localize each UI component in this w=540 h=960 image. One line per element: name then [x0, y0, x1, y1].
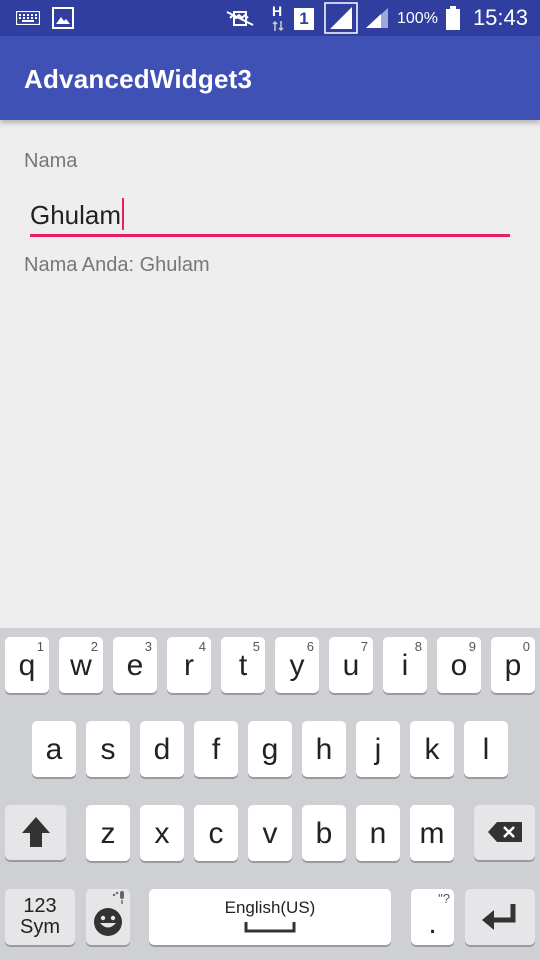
key-p[interactable]: 0p: [491, 637, 535, 693]
key-label-k: k: [424, 733, 440, 766]
key-n[interactable]: n: [356, 805, 400, 861]
key-label-y: y: [289, 649, 305, 682]
name-label: Nama: [24, 150, 78, 172]
status-bar: H 1 100% 15:43: [0, 0, 540, 36]
soft-keyboard: 1q2w3e4r5t6y7u8i9o0p a s d f g h j k l z x c v b nm 1…: [0, 628, 540, 960]
period-key[interactable]: "? .: [411, 889, 454, 945]
app-title: AdvancedWidget3: [24, 64, 253, 94]
key-j[interactable]: j: [356, 721, 400, 777]
shift-icon: [20, 815, 52, 854]
key-z[interactable]: z: [86, 805, 130, 861]
period-key-label: .: [428, 907, 437, 940]
backspace-icon: [487, 821, 523, 848]
key-k[interactable]: k: [410, 721, 454, 777]
key-g[interactable]: g: [248, 721, 292, 777]
backspace-key[interactable]: [474, 805, 535, 860]
key-e[interactable]: 3e: [113, 637, 157, 693]
key-label-x: x: [154, 817, 170, 850]
key-label-h: h: [315, 733, 333, 766]
name-input[interactable]: Ghulam: [30, 190, 510, 238]
key-y[interactable]: 6y: [275, 637, 319, 693]
vibrate-mute-icon: [224, 8, 256, 33]
key-label-d: d: [153, 733, 171, 766]
key-r[interactable]: 4r: [167, 637, 211, 693]
symbols-key-line2: Sym: [20, 916, 60, 938]
emoji-key[interactable]: [86, 889, 130, 945]
key-c[interactable]: c: [194, 805, 238, 861]
key-label-s: s: [100, 733, 116, 766]
app-bar: AdvancedWidget3: [0, 36, 540, 120]
data-arrows-icon: [272, 19, 284, 37]
key-q[interactable]: 1q: [5, 637, 49, 693]
key-i[interactable]: 8i: [383, 637, 427, 693]
key-label-n: n: [369, 817, 387, 850]
space-bar-icon: [244, 920, 296, 938]
symbols-key-line1: 123: [23, 895, 57, 917]
clock: 15:43: [472, 5, 528, 30]
key-label-j: j: [374, 733, 382, 766]
enter-icon: [481, 902, 519, 937]
text-cursor: [122, 198, 125, 230]
key-f[interactable]: f: [194, 721, 238, 777]
enter-key[interactable]: [465, 889, 535, 945]
key-label-g: g: [261, 733, 279, 766]
name-result-text: Nama Anda: Ghulam: [24, 254, 210, 276]
name-input-value[interactable]: Ghulam: [30, 200, 121, 230]
key-a[interactable]: a: [32, 721, 76, 777]
image-notification-icon: [52, 7, 74, 34]
key-t[interactable]: 5t: [221, 637, 265, 693]
emoji-icon: [93, 907, 123, 942]
key-label-v: v: [262, 817, 278, 850]
key-label-z: z: [100, 817, 116, 850]
key-label-q: q: [18, 649, 36, 682]
key-o[interactable]: 9o: [437, 637, 481, 693]
key-label-p: p: [504, 649, 522, 682]
space-key[interactable]: English(US): [149, 889, 391, 945]
network-type-label: H: [272, 3, 283, 19]
key-m[interactable]: m: [410, 805, 454, 861]
key-u[interactable]: 7u: [329, 637, 373, 693]
symbols-key[interactable]: 123 Sym: [5, 889, 75, 945]
battery-icon: [446, 6, 460, 35]
key-w[interactable]: 2w: [59, 637, 103, 693]
key-d[interactable]: d: [140, 721, 184, 777]
key-label-u: u: [342, 649, 360, 682]
key-label-e: e: [126, 649, 144, 682]
key-label-i: i: [401, 649, 409, 682]
signal-sim2-icon: [364, 6, 390, 35]
key-label-w: w: [70, 649, 92, 682]
shift-key[interactable]: [5, 805, 66, 860]
space-key-language: English(US): [224, 898, 316, 917]
key-label-r: r: [184, 649, 194, 682]
period-key-hint: "?: [438, 891, 450, 906]
input-underline: [30, 234, 510, 237]
key-l[interactable]: l: [464, 721, 508, 777]
name-input-text[interactable]: Ghulam: [30, 198, 125, 231]
key-s[interactable]: s: [86, 721, 130, 777]
key-label-f: f: [211, 733, 221, 766]
key-label-m: m: [419, 817, 445, 850]
key-label-o: o: [450, 649, 468, 682]
key-x[interactable]: x: [140, 805, 184, 861]
keyboard-notification-icon: [15, 10, 41, 30]
sim-indicator: 1: [294, 8, 314, 30]
key-label-a: a: [45, 733, 63, 766]
battery-percent: 100%: [397, 10, 438, 27]
key-label-l: l: [482, 733, 490, 766]
key-label-t: t: [238, 649, 248, 682]
key-label-b: b: [315, 817, 333, 850]
key-v[interactable]: v: [248, 805, 292, 861]
key-b[interactable]: b: [302, 805, 346, 861]
signal-sim1-icon: [324, 2, 358, 39]
key-h[interactable]: h: [302, 721, 346, 777]
key-label-c: c: [208, 817, 224, 850]
